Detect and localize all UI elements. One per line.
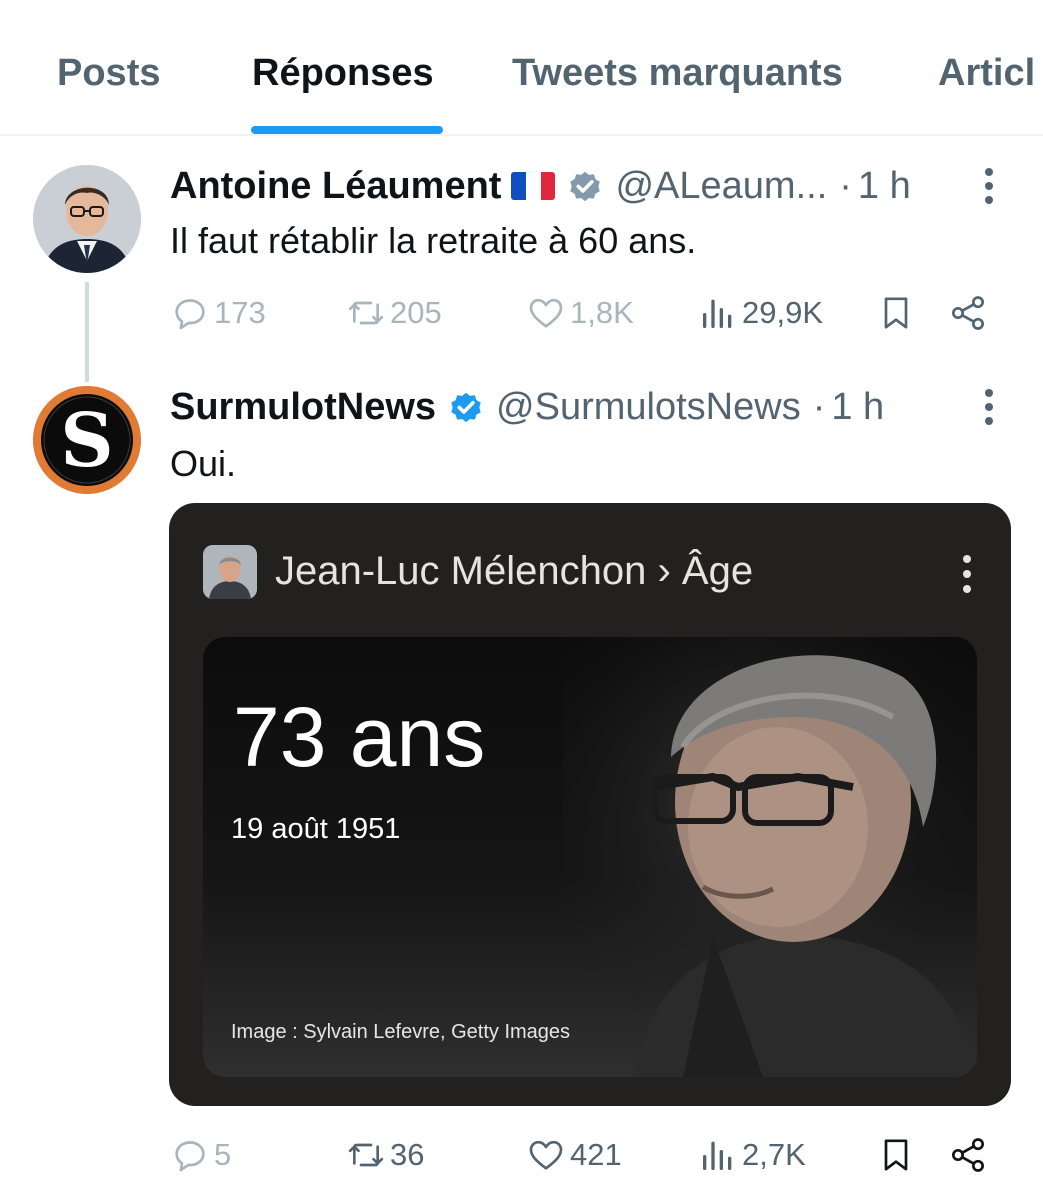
bookmark-icon	[884, 1139, 908, 1171]
author-handle[interactable]: @ALeaum...	[615, 165, 827, 208]
tweet-header: SurmulotNews @SurmulotsNews · 1 h	[170, 384, 970, 430]
avatar-surmulotnews[interactable]: S	[33, 386, 141, 494]
surmulot-logo-icon: S	[33, 386, 141, 494]
author-name[interactable]: SurmulotNews	[170, 386, 436, 429]
portrait-photo	[563, 637, 977, 1077]
like-count: 1,8K	[570, 295, 634, 330]
bookmark-icon	[884, 297, 908, 329]
knowledge-panel-thumbnail	[203, 545, 257, 599]
more-options-icon[interactable]	[975, 384, 1003, 430]
retweet-count: 36	[390, 1137, 425, 1172]
separator-dot: ·	[812, 385, 826, 428]
more-options-icon[interactable]	[975, 163, 1003, 209]
reply-button[interactable]: 5	[170, 1130, 231, 1180]
blue-verified-badge-icon	[451, 392, 481, 423]
avatar-photo	[33, 165, 141, 273]
tweet-actions: 173 205 1,8K 29,9K	[170, 288, 1000, 338]
tab-articles[interactable]: Articl	[938, 52, 1035, 95]
views-button[interactable]: 2,7K	[698, 1130, 806, 1180]
like-button[interactable]: 421	[526, 1130, 622, 1180]
avatar-antoine[interactable]	[33, 165, 141, 273]
reply-button[interactable]: 173	[170, 288, 266, 338]
views-count: 29,9K	[742, 295, 824, 330]
retweet-button[interactable]: 36	[346, 1130, 424, 1180]
tab-replies[interactable]: Réponses	[252, 52, 434, 95]
views-count: 2,7K	[742, 1137, 806, 1172]
views-button[interactable]: 29,9K	[698, 288, 823, 338]
tweet-time[interactable]: 1 h	[858, 165, 911, 208]
thread-connector	[85, 282, 89, 382]
separator-dot: ·	[839, 164, 852, 207]
share-icon	[952, 296, 984, 330]
share-icon	[952, 1138, 984, 1172]
like-count: 421	[570, 1137, 622, 1172]
tab-posts[interactable]: Posts	[57, 52, 160, 95]
age-card: 73 ans 19 août 1951 Image : Sylvain Lefe…	[203, 637, 977, 1077]
author-name[interactable]: Antoine Léaument	[170, 165, 501, 208]
tweet-media-image[interactable]: Jean-Luc Mélenchon › Âge 73 ans 19 août …	[169, 503, 1011, 1106]
knowledge-panel-title: Jean-Luc Mélenchon › Âge	[275, 549, 754, 593]
bookmark-button[interactable]	[876, 1130, 916, 1180]
heart-icon	[529, 298, 563, 328]
tweet-text: Oui.	[170, 443, 237, 484]
tweet-time[interactable]: 1 h	[831, 386, 884, 429]
tab-highlights[interactable]: Tweets marquants	[512, 52, 843, 95]
profile-tabs: Posts Réponses Tweets marquants Articl	[0, 0, 1043, 136]
retweet-button[interactable]: 205	[346, 288, 442, 338]
reply-icon	[175, 299, 205, 330]
bookmark-button[interactable]	[876, 288, 916, 338]
tweet-text: Il faut rétablir la retraite à 60 ans.	[170, 220, 697, 261]
age-value: 73 ans	[233, 690, 486, 784]
share-button[interactable]	[948, 288, 988, 338]
reply-count: 5	[214, 1137, 232, 1172]
like-button[interactable]: 1,8K	[526, 288, 634, 338]
gray-verified-badge-icon	[570, 171, 601, 202]
svg-text:S: S	[60, 398, 113, 484]
share-button[interactable]	[948, 1130, 988, 1180]
heart-icon	[529, 1140, 563, 1170]
retweet-icon	[348, 1143, 384, 1167]
retweet-icon	[348, 301, 384, 325]
author-handle[interactable]: @SurmulotsNews	[496, 386, 801, 429]
reply-count: 173	[214, 295, 266, 330]
tweet-actions: 5 36 421 2,7K	[170, 1130, 1000, 1180]
active-tab-indicator	[251, 126, 443, 134]
views-icon	[703, 1141, 732, 1170]
image-credit: Image : Sylvain Lefevre, Getty Images	[231, 1021, 571, 1043]
thumbnail-portrait	[203, 545, 257, 599]
views-icon	[703, 299, 732, 328]
retweet-count: 205	[390, 295, 442, 330]
birth-date: 19 août 1951	[231, 813, 401, 845]
french-flag-icon	[511, 172, 556, 200]
reply-icon	[175, 1141, 205, 1172]
more-options-icon	[963, 555, 971, 593]
tweet-header: Antoine Léaument @ALeaum... · 1 h	[170, 163, 970, 209]
